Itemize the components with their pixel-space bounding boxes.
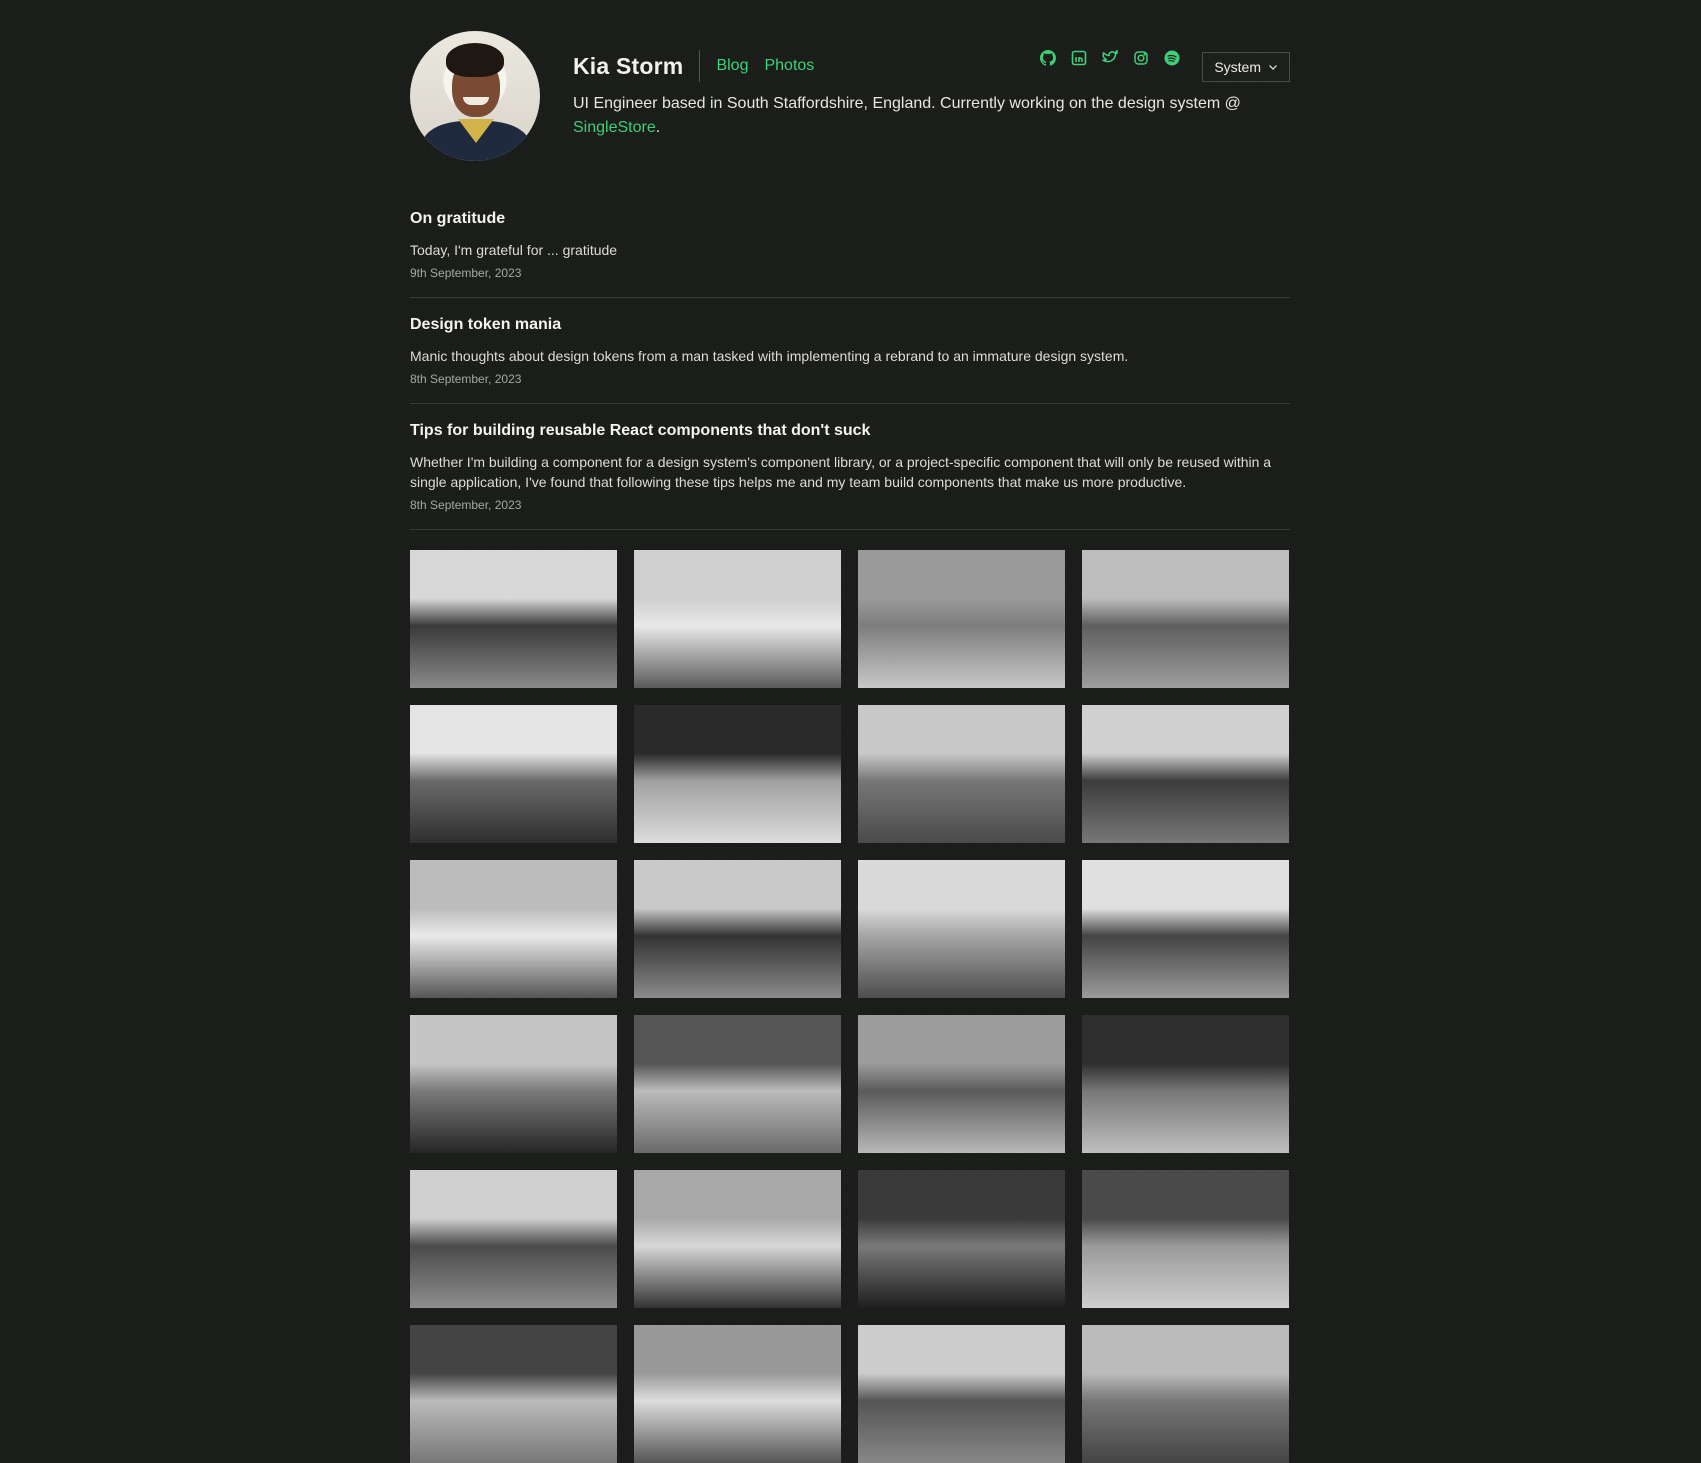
post-title[interactable]: On gratitude xyxy=(410,210,1290,228)
nav-blog-link[interactable]: Blog xyxy=(716,57,748,75)
bio: UI Engineer based in South Staffordshire… xyxy=(573,92,1273,140)
photo-thumbnail[interactable] xyxy=(858,1170,1065,1308)
photo-thumbnail[interactable] xyxy=(1082,705,1289,843)
post-item[interactable]: Tips for building reusable React compone… xyxy=(410,404,1290,530)
photo-thumbnail[interactable] xyxy=(634,550,841,688)
photo-grid xyxy=(410,550,1290,1463)
post-title[interactable]: Design token mania xyxy=(410,316,1290,334)
company-link[interactable]: SingleStore xyxy=(573,119,656,136)
photo-thumbnail[interactable] xyxy=(858,705,1065,843)
header-divider xyxy=(699,50,701,82)
post-item[interactable]: Design token mania Manic thoughts about … xyxy=(410,298,1290,404)
photo-thumbnail[interactable] xyxy=(858,550,1065,688)
linkedin-icon[interactable] xyxy=(1071,50,1087,66)
photo-thumbnail[interactable] xyxy=(634,860,841,998)
post-date: 8th September, 2023 xyxy=(410,498,522,512)
post-date: 9th September, 2023 xyxy=(410,266,522,280)
post-title[interactable]: Tips for building reusable React compone… xyxy=(410,422,1290,440)
avatar xyxy=(410,31,540,161)
post-list: On gratitude Today, I'm grateful for ...… xyxy=(410,200,1290,530)
github-icon[interactable] xyxy=(1040,50,1056,66)
chevron-down-icon xyxy=(1269,65,1277,70)
theme-select[interactable]: System xyxy=(1202,52,1290,82)
photo-thumbnail[interactable] xyxy=(410,550,617,688)
photo-thumbnail[interactable] xyxy=(1082,860,1289,998)
avatar-hair xyxy=(446,43,504,77)
site-header: Kia Storm Blog Photos System UI Engineer… xyxy=(410,0,1290,190)
photo-thumbnail[interactable] xyxy=(634,705,841,843)
post-excerpt: Whether I'm building a component for a d… xyxy=(410,454,1272,490)
post-date: 8th September, 2023 xyxy=(410,372,522,386)
photo-thumbnail[interactable] xyxy=(1082,550,1289,688)
instagram-icon[interactable] xyxy=(1133,50,1149,66)
social-links xyxy=(1040,50,1180,66)
photo-thumbnail[interactable] xyxy=(1082,1170,1289,1308)
photo-thumbnail[interactable] xyxy=(410,1015,617,1153)
photo-thumbnail[interactable] xyxy=(634,1170,841,1308)
page-container: Kia Storm Blog Photos System UI Engineer… xyxy=(410,0,1290,1463)
nav-photos-link[interactable]: Photos xyxy=(764,57,814,75)
post-excerpt: Today, I'm grateful for ... gratitude xyxy=(410,242,618,258)
photo-thumbnail[interactable] xyxy=(858,860,1065,998)
photo-thumbnail[interactable] xyxy=(858,1325,1065,1463)
photo-thumbnail[interactable] xyxy=(1082,1015,1289,1153)
spotify-icon[interactable] xyxy=(1164,50,1180,66)
bio-suffix: . xyxy=(655,119,661,136)
photo-thumbnail[interactable] xyxy=(634,1325,841,1463)
photo-thumbnail[interactable] xyxy=(1082,1325,1289,1463)
twitter-icon[interactable] xyxy=(1102,50,1118,66)
photo-thumbnail[interactable] xyxy=(410,705,617,843)
site-name[interactable]: Kia Storm xyxy=(573,53,683,80)
photo-thumbnail[interactable] xyxy=(410,860,617,998)
avatar-smile xyxy=(463,97,489,105)
post-item[interactable]: On gratitude Today, I'm grateful for ...… xyxy=(410,200,1290,298)
bio-text: UI Engineer based in South Staffordshire… xyxy=(573,95,1241,112)
photo-thumbnail[interactable] xyxy=(858,1015,1065,1153)
name-row: Kia Storm Blog Photos xyxy=(573,50,830,82)
photo-thumbnail[interactable] xyxy=(410,1325,617,1463)
photo-thumbnail[interactable] xyxy=(410,1170,617,1308)
post-excerpt: Manic thoughts about design tokens from … xyxy=(410,348,1129,364)
theme-select-value: System xyxy=(1214,59,1261,75)
photo-thumbnail[interactable] xyxy=(634,1015,841,1153)
